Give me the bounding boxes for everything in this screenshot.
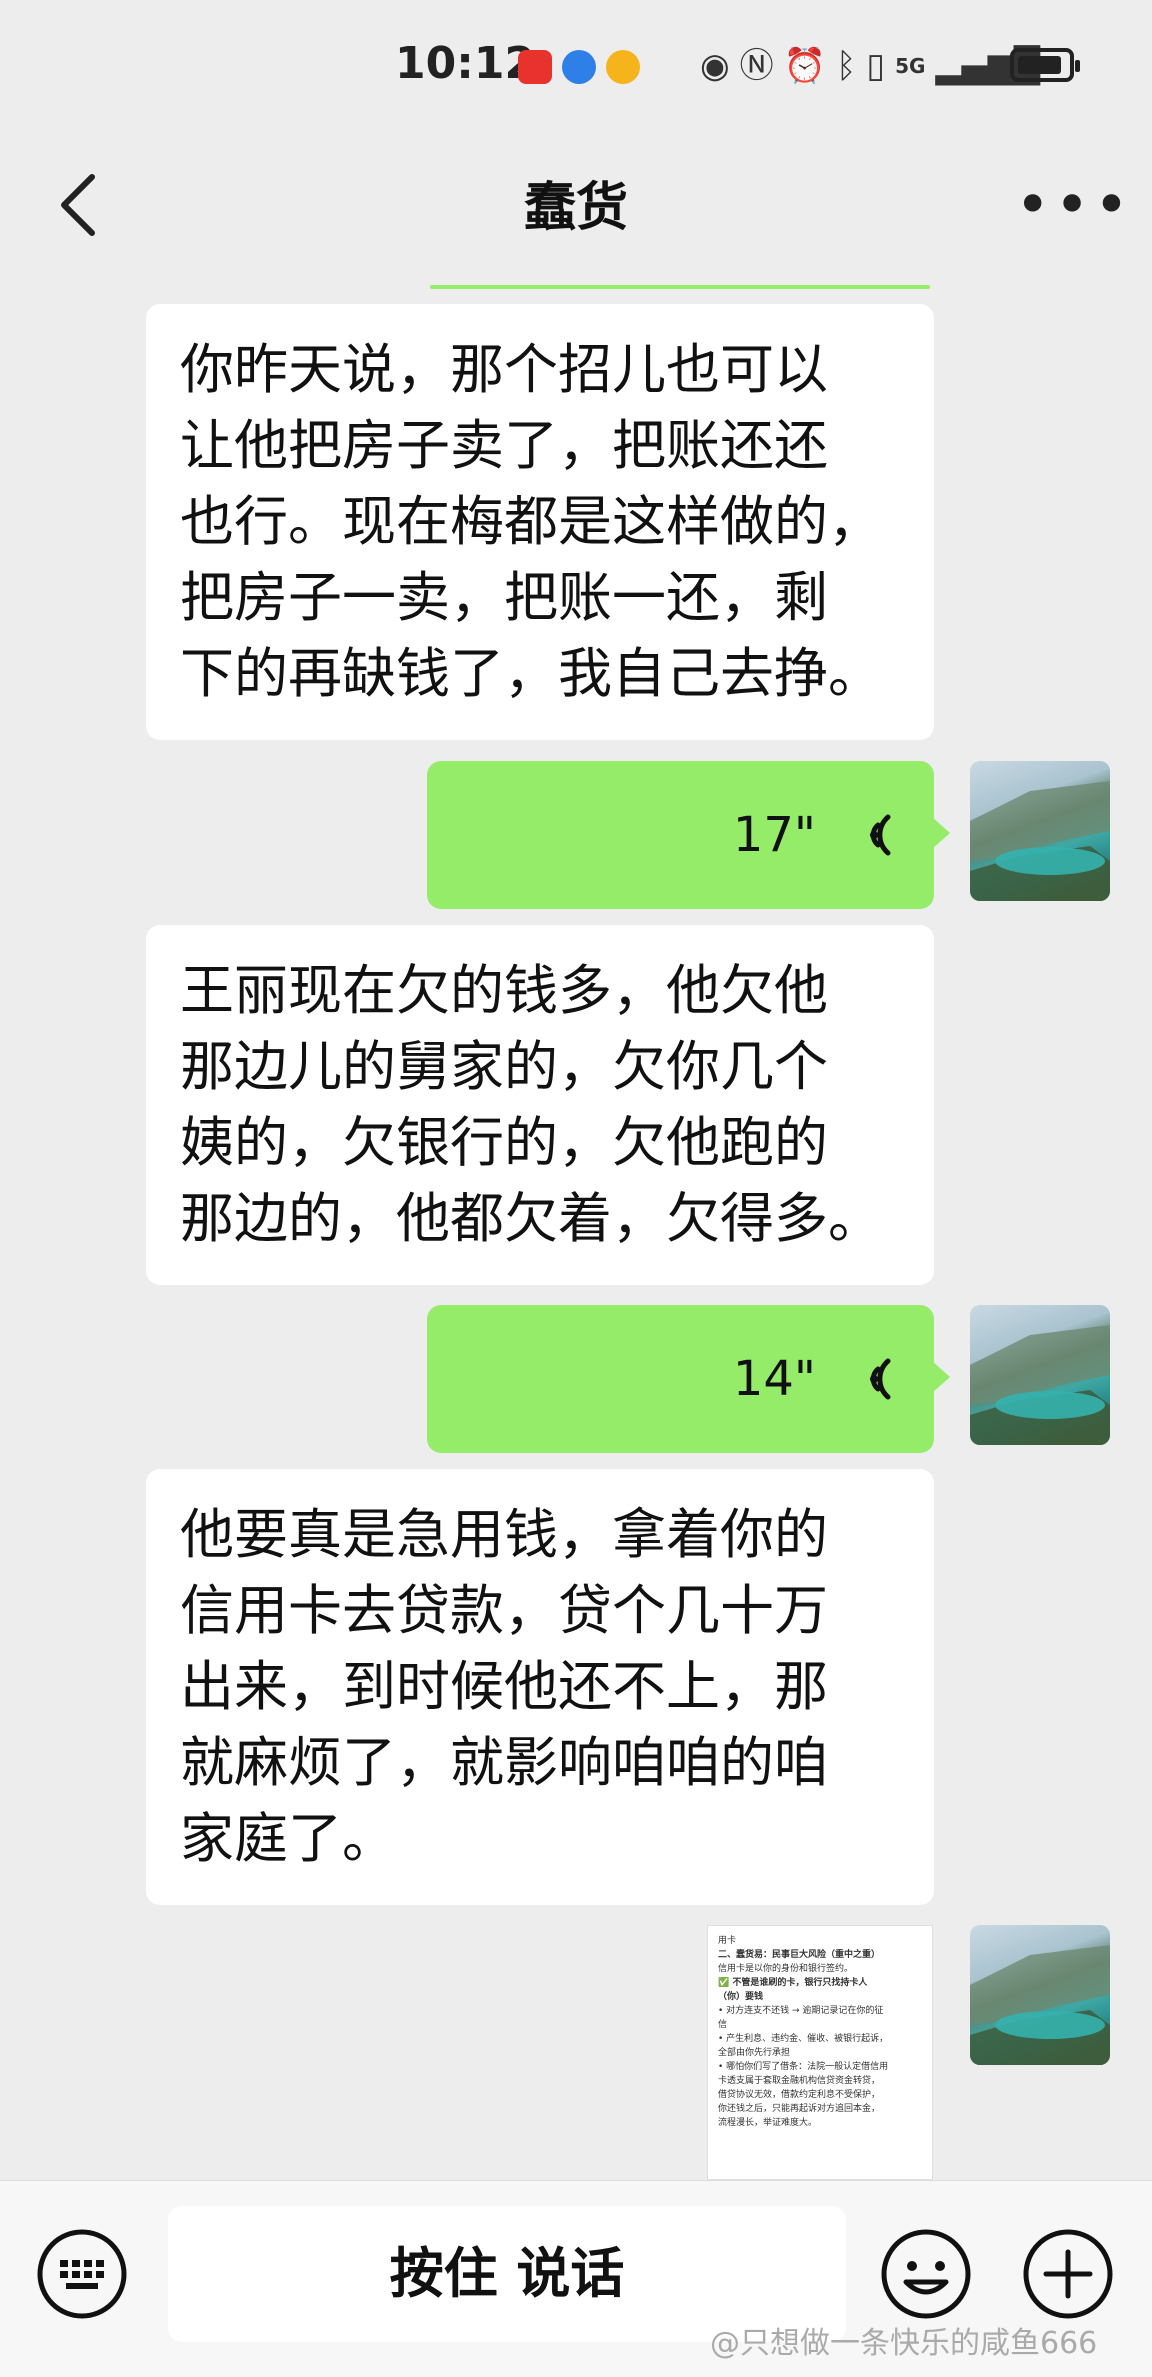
vibrate-icon: ▯ (866, 46, 886, 86)
image-message-thumbnail[interactable]: 用卡 二、蠢货易：民事巨大风险（重中之重） 信用卡是以你的身份和银行签约。 ✅ … (707, 1925, 933, 2180)
voice-wave-icon (870, 1358, 891, 1400)
doc-line: 流程漫长，举证难度大。 (718, 2118, 818, 2128)
message-line: 他要真是急用钱，拿着你的 (180, 1503, 828, 1566)
message-text-bubble[interactable]: 你昨天说，那个招儿也可以 让他把房子卖了，把账还还 也行。现在梅都是这样做的， … (146, 304, 934, 740)
voice-duration: 17" (732, 807, 816, 863)
voice-message-bubble[interactable]: 14" (427, 1305, 950, 1453)
message-line: 把房子一卖，把账一还，剩 (180, 566, 828, 629)
doc-line: ✅ 不管是谁刷的卡，银行只找持卡人 (718, 1978, 868, 1988)
avatar[interactable] (970, 1925, 1110, 2065)
message-line: 家庭了。 (180, 1807, 396, 1870)
doc-line: 信 (718, 2020, 728, 2030)
emoji-icon[interactable] (880, 2228, 972, 2320)
message-line: 让他把房子卖了，把账还还 (180, 414, 828, 477)
doc-line: 用卡 (718, 1936, 737, 1946)
status-icons: ◉ Ⓝ ⏰ ᛒ ▯ 5G ▂▄▆█ (700, 44, 1040, 88)
keyboard-icon[interactable] (36, 2228, 128, 2320)
voice-message-bubble[interactable]: 17" (427, 761, 950, 909)
message-line: 王丽现在欠的钱多，他欠他 (180, 959, 828, 1022)
weibo-icon (606, 50, 640, 84)
doc-line: 你还钱之后，只能再起诉对方追回本金， (718, 2104, 881, 2114)
doc-line: 借贷协议无效，借款约定利息不受保护， (718, 2090, 881, 2100)
message-line: 那边儿的舅家的，欠你几个 (180, 1035, 828, 1098)
message-line: 那边的，他都欠着，欠得多。 (180, 1187, 882, 1250)
doc-line: 卡透支属于套取金融机构信贷资金转贷， (718, 2076, 881, 2086)
doc-line: 信用卡是以你的身份和银行签约。 (718, 1964, 854, 1974)
battery-icon (1010, 48, 1080, 82)
message-line: 姨的，欠银行的，欠他跑的 (180, 1111, 828, 1174)
chat-list[interactable]: 你昨天说，那个招儿也可以 让他把房子卖了，把账还还 也行。现在梅都是这样做的， … (0, 285, 1152, 2180)
nfc-icon: Ⓝ (739, 46, 774, 86)
plus-icon[interactable] (1022, 2228, 1114, 2320)
status-bar: 10:12 ◉ Ⓝ ⏰ ᛒ ▯ 5G ▂▄▆█ (0, 0, 1152, 135)
watermark: @只想做一条快乐的咸鱼666 (710, 2326, 1098, 2361)
doc-line: • 产生利息、违约金、催收、被银行起诉， (718, 2034, 889, 2044)
voice-duration: 14" (732, 1351, 816, 1407)
message-line: 下的再缺钱了，我自己去挣。 (180, 642, 882, 705)
previous-message-edge (430, 285, 930, 289)
huawei-app-icon (518, 50, 552, 84)
chat-title: 蠢货 (523, 178, 628, 238)
doc-line: 全部由你先行承担 (718, 2048, 791, 2058)
browser-icon (562, 50, 596, 84)
message-text-bubble[interactable]: 他要真是急用钱，拿着你的 信用卡去贷款，贷个几十万 出来，到时候他还不上，那 就… (146, 1469, 934, 1905)
message-line: 出来，到时候他还不上，那 (180, 1655, 828, 1718)
battery-fill (1018, 56, 1061, 74)
status-time: 10:12 (395, 38, 536, 89)
message-line: 你昨天说，那个招儿也可以 (180, 338, 828, 401)
doc-line: • 哪怕你们写了借条：法院一般认定借信用 (718, 2062, 889, 2072)
network-label: 5G (895, 54, 926, 78)
alarm-icon: ⏰ (783, 46, 827, 86)
more-icon[interactable]: ••• (1015, 170, 1129, 240)
eye-icon: ◉ (700, 46, 730, 86)
doc-line: 二、蠢货易：民事巨大风险（重中之重） (718, 1950, 881, 1960)
doc-line: （你）要钱 (718, 1992, 764, 2002)
doc-line: • 对方连支不还钱 → 逾期记录记在你的征 (718, 2006, 884, 2016)
voice-wave-icon (870, 814, 891, 856)
message-text-bubble[interactable]: 王丽现在欠的钱多，他欠他 那边儿的舅家的，欠你几个 姨的，欠银行的，欠他跑的 那… (146, 925, 934, 1285)
message-line: 信用卡去贷款，贷个几十万 (180, 1579, 828, 1642)
avatar[interactable] (970, 761, 1110, 901)
avatar[interactable] (970, 1305, 1110, 1445)
message-line: 也行。现在梅都是这样做的， (180, 490, 882, 553)
bluetooth-icon: ᛒ (836, 46, 857, 86)
message-line: 就麻烦了，就影响咱咱的咱 (180, 1731, 828, 1794)
